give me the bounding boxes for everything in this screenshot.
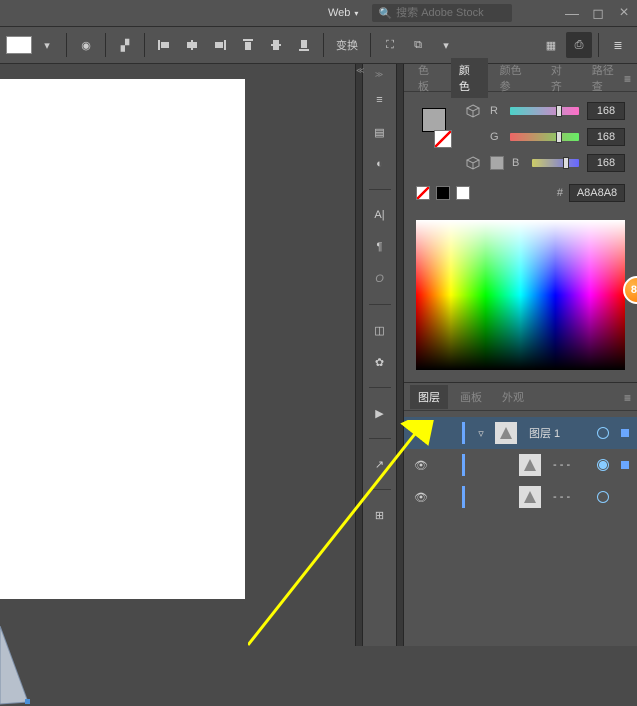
- selection-indicator[interactable]: [621, 461, 629, 469]
- canvas-area[interactable]: [0, 64, 355, 646]
- layer-thumbnail: [519, 486, 541, 508]
- close-button[interactable]: ×: [611, 3, 637, 23]
- color-panel: R 168 G 168 B 168: [404, 92, 637, 210]
- paragraph-icon[interactable]: ¶: [369, 236, 391, 258]
- tab-layers[interactable]: 图层: [410, 385, 448, 409]
- document-preset[interactable]: Web▾: [328, 7, 358, 19]
- align-top-icon[interactable]: [235, 32, 261, 58]
- r-slider[interactable]: [510, 107, 579, 115]
- align-right-icon[interactable]: [207, 32, 233, 58]
- align-hcenter-icon[interactable]: [179, 32, 205, 58]
- g-value[interactable]: 168: [587, 128, 625, 146]
- r-value[interactable]: 168: [587, 102, 625, 120]
- layer-name[interactable]: - - -: [553, 459, 570, 471]
- none-swatch-icon[interactable]: [434, 130, 452, 148]
- properties-icon[interactable]: ≡: [369, 89, 391, 111]
- layer-thumbnail: [495, 422, 517, 444]
- search-input[interactable]: [396, 7, 506, 19]
- title-bar: Web▾ 🔍 — ◻ ×: [0, 0, 637, 26]
- settings-icon[interactable]: ✿: [369, 351, 391, 373]
- symbols-icon[interactable]: ◫: [369, 319, 391, 341]
- b-value[interactable]: 168: [587, 154, 625, 172]
- web-safe-icon[interactable]: [490, 156, 504, 170]
- layers-list: 👁 ▿ 图层 1 👁 - - - 👁 - - -: [404, 411, 637, 519]
- target-icon[interactable]: [597, 427, 609, 439]
- layer-row[interactable]: 👁 ▿ 图层 1: [404, 417, 637, 449]
- artboard[interactable]: [0, 79, 245, 599]
- search-icon: 🔍: [378, 7, 392, 20]
- brushes-icon[interactable]: ◐: [369, 153, 391, 175]
- layer-thumbnail: [519, 454, 541, 476]
- actions-icon[interactable]: ▶: [369, 402, 391, 424]
- white-swatch[interactable]: [456, 186, 470, 200]
- target-icon[interactable]: [597, 459, 609, 471]
- color-panel-tabs: 色板 颜色 颜色参 对齐 路径查 ≡: [404, 64, 637, 92]
- b-slider[interactable]: [532, 159, 579, 167]
- maximize-button[interactable]: ◻: [585, 3, 611, 23]
- layer-panel-menu-icon[interactable]: ≡: [624, 391, 631, 405]
- cube-icon-2: [466, 156, 480, 170]
- tab-color-guide[interactable]: 颜色参: [492, 58, 539, 98]
- fill-swatch[interactable]: [6, 36, 32, 54]
- panel-divider[interactable]: ≪: [355, 64, 363, 646]
- shape-triangle[interactable]: [0, 626, 30, 706]
- isolate-icon[interactable]: ⛶: [377, 32, 403, 58]
- target-icon[interactable]: [597, 491, 609, 503]
- export-icon[interactable]: ↗: [369, 453, 391, 475]
- more-dropdown-icon[interactable]: ▾: [433, 32, 459, 58]
- align-left-icon[interactable]: [151, 32, 177, 58]
- black-swatch[interactable]: [436, 186, 450, 200]
- cube-icon: [466, 104, 480, 118]
- tab-appearance[interactable]: 外观: [494, 385, 532, 409]
- layer-name[interactable]: - - -: [553, 491, 570, 503]
- layer-color-bar: [462, 454, 465, 476]
- type-icon[interactable]: A|: [369, 204, 391, 226]
- selection-indicator[interactable]: [621, 429, 629, 437]
- panel-menu-icon[interactable]: ≡: [624, 72, 631, 86]
- artboard-tool-icon[interactable]: ⊞: [369, 504, 391, 526]
- grid-view-icon[interactable]: ▦: [538, 32, 564, 58]
- g-label: G: [490, 131, 502, 143]
- glyphs-icon[interactable]: O: [369, 268, 391, 290]
- none-color-icon[interactable]: [416, 186, 430, 200]
- color-spectrum[interactable]: [416, 220, 625, 370]
- hex-value[interactable]: A8A8A8: [569, 184, 625, 202]
- list-menu-icon[interactable]: ≣: [605, 32, 631, 58]
- fill-color-swatch[interactable]: [422, 108, 446, 132]
- dock-handle-icon[interactable]: ≫: [375, 70, 384, 79]
- minimize-button[interactable]: —: [559, 3, 585, 23]
- collapsed-panel-dock: ≫ ≡ ▤ ◐ A| ¶ O ◫ ✿ ▶ ↗ ⊞: [363, 64, 396, 646]
- visibility-icon[interactable]: 👁: [412, 427, 430, 440]
- tab-color[interactable]: 颜色: [451, 58, 488, 98]
- options-bar: ▾ ◉ ▞ 变换 ⛶ ⧉ ▾ ▦ ⎙ ≣: [0, 26, 637, 64]
- hex-prefix: #: [557, 187, 563, 199]
- disclosure-icon[interactable]: ▿: [473, 427, 489, 440]
- tab-artboards[interactable]: 画板: [452, 385, 490, 409]
- layer-row[interactable]: 👁 - - -: [404, 481, 637, 513]
- group-icon[interactable]: ⧉: [405, 32, 431, 58]
- align-bottom-icon[interactable]: [291, 32, 317, 58]
- g-slider[interactable]: [510, 133, 579, 141]
- r-label: R: [490, 105, 502, 117]
- visibility-icon[interactable]: 👁: [412, 491, 430, 504]
- swatch-icon[interactable]: ▤: [369, 121, 391, 143]
- layer-name[interactable]: 图层 1: [529, 425, 560, 441]
- transform-label[interactable]: 变换: [330, 37, 364, 53]
- stock-search[interactable]: 🔍: [372, 4, 512, 22]
- layer-color-bar: [462, 486, 465, 508]
- tab-swatches[interactable]: 色板: [410, 58, 447, 98]
- layer-row[interactable]: 👁 - - -: [404, 449, 637, 481]
- b-label: B: [512, 157, 524, 169]
- panel-toggle-icon[interactable]: ⎙: [566, 32, 592, 58]
- layer-color-bar: [462, 422, 465, 444]
- layer-panel-tabs: 图层 画板 外观 ≡: [404, 383, 637, 411]
- panel-divider-2[interactable]: [396, 64, 404, 646]
- visibility-icon[interactable]: 👁: [412, 459, 430, 472]
- right-panels: 色板 颜色 颜色参 对齐 路径查 ≡ R 168: [404, 64, 637, 646]
- align-vcenter-icon[interactable]: [263, 32, 289, 58]
- crop-icon[interactable]: ▞: [112, 32, 138, 58]
- tab-align[interactable]: 对齐: [543, 58, 580, 98]
- opacity-icon[interactable]: ◉: [73, 32, 99, 58]
- fill-dropdown-icon[interactable]: ▾: [34, 32, 60, 58]
